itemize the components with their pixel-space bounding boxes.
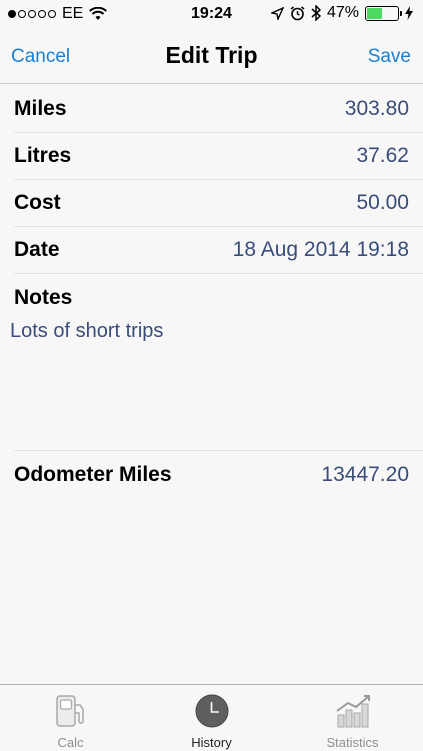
tab-statistics[interactable]: Statistics (282, 685, 423, 751)
battery-icon (365, 5, 402, 21)
tab-calc-label: Calc (57, 735, 84, 750)
bluetooth-icon (311, 5, 321, 21)
miles-value[interactable]: 303.80 (345, 97, 409, 121)
date-row[interactable]: Date 18 Aug 2014 19:18 (0, 226, 423, 273)
clock-icon (195, 694, 228, 728)
miles-row[interactable]: Miles 303.80 (0, 85, 423, 132)
date-value[interactable]: 18 Aug 2014 19:18 (233, 238, 409, 262)
status-bar: EE 19:24 47% (0, 0, 423, 28)
navigation-bar: Cancel Edit Trip Save (0, 28, 423, 84)
tab-bar: Calc History Statistics (0, 684, 423, 750)
tab-statistics-label: Statistics (326, 735, 379, 750)
tab-history[interactable]: History (141, 685, 282, 751)
page-title: Edit Trip (165, 42, 258, 68)
litres-value[interactable]: 37.62 (356, 144, 409, 168)
alarm-icon (290, 5, 305, 20)
tab-calc[interactable]: Calc (0, 685, 141, 751)
notes-label: Notes (14, 286, 73, 309)
status-right: 47% (270, 4, 413, 22)
cost-row[interactable]: Cost 50.00 (0, 179, 423, 226)
notes-text-area[interactable]: Lots of short trips (10, 320, 163, 343)
litres-row[interactable]: Litres 37.62 (0, 132, 423, 179)
cost-label: Cost (14, 191, 61, 214)
date-label: Date (14, 238, 60, 261)
location-arrow-icon (270, 6, 284, 20)
odometer-label: Odometer Miles (14, 463, 172, 486)
odometer-value[interactable]: 13447.20 (321, 463, 409, 487)
save-button[interactable]: Save (368, 46, 411, 68)
tab-history-label: History (191, 735, 232, 750)
notes-row: Notes (0, 274, 423, 321)
charging-icon (405, 6, 413, 20)
chart-icon (335, 695, 370, 728)
fuel-pump-icon (55, 695, 84, 727)
odometer-row[interactable]: Odometer Miles 13447.20 (0, 451, 423, 498)
battery-percent: 47% (326, 4, 359, 21)
cost-value[interactable]: 50.00 (356, 191, 409, 215)
litres-label: Litres (14, 144, 72, 167)
miles-label: Miles (14, 97, 67, 120)
